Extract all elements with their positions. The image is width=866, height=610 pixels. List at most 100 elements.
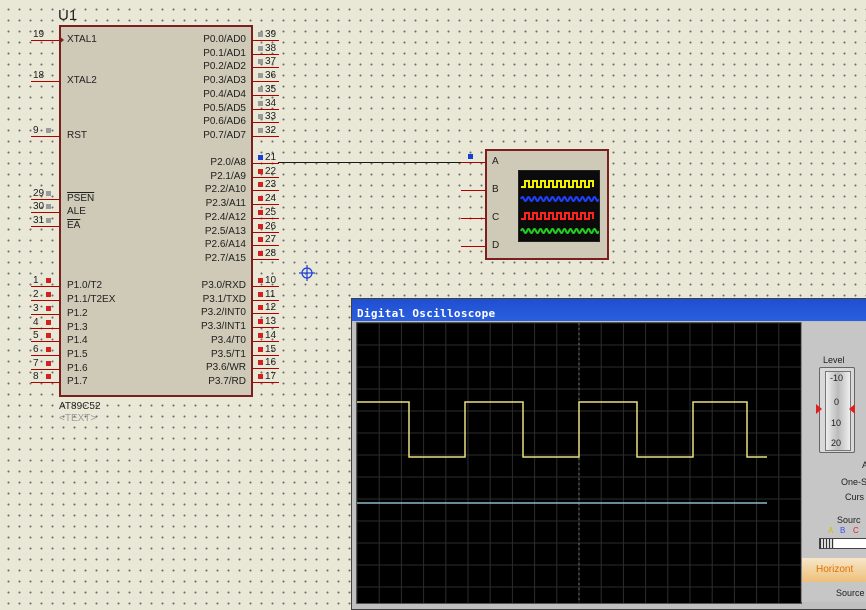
- pin-number: 24: [265, 193, 277, 204]
- pin-state-marker: [46, 218, 51, 223]
- pin-lead-left[interactable]: [31, 328, 59, 329]
- pin-lead-right[interactable]: [253, 286, 279, 287]
- pin-number: 4: [33, 317, 39, 328]
- horizontal-label: Horizont: [816, 564, 854, 575]
- scope-input-lead[interactable]: [461, 218, 485, 219]
- pin-state-marker: [258, 292, 263, 297]
- pin-label: P2.1/A9: [210, 171, 246, 182]
- pin-lead-left[interactable]: [31, 212, 59, 213]
- pin-lead-left[interactable]: [31, 314, 59, 315]
- side-label-oneshot[interactable]: One-S: [841, 477, 866, 487]
- pin-lead-right[interactable]: [253, 300, 279, 301]
- pin-number: 29: [33, 188, 45, 199]
- scope-input-lead[interactable]: [461, 190, 485, 191]
- source-letter-a[interactable]: A: [828, 526, 833, 535]
- pin-lead-right[interactable]: [253, 245, 279, 246]
- pin-lead-right[interactable]: [253, 259, 279, 260]
- pin-lead-left[interactable]: [31, 40, 59, 41]
- pin-label: P0.7/AD7: [203, 130, 246, 141]
- pin-lead-right[interactable]: [253, 122, 279, 123]
- crosshair-icon: [299, 265, 315, 281]
- chip-ref: U1: [58, 7, 78, 24]
- pin-label: P0.6/AD6: [203, 116, 246, 127]
- scope-input-lead[interactable]: [461, 162, 485, 163]
- pin-state-marker: [46, 333, 51, 338]
- pin-lead-right[interactable]: [253, 67, 279, 68]
- pin-lead-left[interactable]: [31, 226, 59, 227]
- wire-p20-to-scope-a[interactable]: [278, 162, 468, 163]
- pin-lead-right[interactable]: [253, 355, 279, 356]
- scope-plot-area[interactable]: [356, 322, 802, 604]
- level-pointer-left-icon: [816, 404, 822, 414]
- pin-state-marker: [258, 196, 263, 201]
- pin-lead-right[interactable]: [253, 313, 279, 314]
- source-letter-c[interactable]: C: [853, 526, 859, 535]
- pin-number: 26: [265, 221, 277, 232]
- pin-lead-left[interactable]: [31, 341, 59, 342]
- source-slider[interactable]: [819, 538, 866, 549]
- pin-lead-right[interactable]: [253, 204, 279, 205]
- pin-lead-right[interactable]: [253, 163, 279, 164]
- pin-label: P0.1/AD1: [203, 48, 246, 59]
- pin-label: P0.2/AD2: [203, 61, 246, 72]
- pin-lead-right[interactable]: [253, 95, 279, 96]
- pin-lead-right[interactable]: [253, 54, 279, 55]
- pin-lead-right[interactable]: [253, 341, 279, 342]
- chip-part-label: AT89C52: [59, 401, 101, 412]
- pin-lead-left[interactable]: [31, 369, 59, 370]
- pin-lead-right[interactable]: [253, 109, 279, 110]
- pin-number: 28: [265, 248, 277, 259]
- window-titlebar[interactable]: Digital Oscilloscope: [352, 299, 866, 321]
- pin-label: P3.4/T0: [210, 335, 246, 346]
- pin-lead-left[interactable]: [31, 136, 59, 137]
- side-label-cursor[interactable]: Curs: [845, 492, 864, 502]
- pin-lead-left[interactable]: [31, 81, 59, 82]
- pin-label: PSEN: [67, 193, 95, 204]
- pin-number: 38: [265, 43, 277, 54]
- pin-label: P2.6/A14: [204, 239, 246, 250]
- chip-text-placeholder: <TEXT>: [59, 413, 97, 424]
- pin-lead-left[interactable]: [31, 199, 59, 200]
- source-letter-b[interactable]: B: [840, 526, 845, 535]
- pin-state-marker: [258, 237, 263, 242]
- pin-state-marker: [46, 347, 51, 352]
- pin-lead-right[interactable]: [253, 327, 279, 328]
- pin-lead-right[interactable]: [253, 81, 279, 82]
- pin-label: P3.2/INT0: [200, 307, 246, 318]
- pin-lead-right[interactable]: [253, 190, 279, 191]
- pin-lead-right[interactable]: [253, 382, 279, 383]
- pin-state-marker: [258, 360, 263, 365]
- pin-lead-right[interactable]: [253, 218, 279, 219]
- pin-lead-right[interactable]: [253, 368, 279, 369]
- pin-state-marker: [258, 114, 263, 119]
- pin-lead-right[interactable]: [253, 232, 279, 233]
- pin-number: 36: [265, 70, 277, 81]
- pin-number: 37: [265, 56, 277, 67]
- scope-symbol-traces: [520, 180, 600, 234]
- pin-lead-right[interactable]: [253, 136, 279, 137]
- pin-number: 2: [33, 289, 39, 300]
- scope-input-lead[interactable]: [461, 246, 485, 247]
- pin-state-marker: [258, 87, 263, 92]
- pin-state-marker: [46, 204, 51, 209]
- pin-lead-right[interactable]: [253, 40, 279, 41]
- pin-lead-right[interactable]: [253, 177, 279, 178]
- pin-state-marker: [258, 333, 263, 338]
- pin-lead-left[interactable]: [31, 300, 59, 301]
- pin-state-marker: [46, 320, 51, 325]
- pin-label: P1.1/T2EX: [67, 294, 116, 305]
- side-label-source: Sourc: [837, 515, 861, 525]
- pin-lead-left[interactable]: [31, 355, 59, 356]
- pin-number: 3: [33, 303, 39, 314]
- pin-number: 17: [265, 371, 277, 382]
- pin-label: XTAL2: [67, 75, 97, 86]
- pin-label: ALE: [67, 206, 86, 217]
- pin-lead-left[interactable]: [31, 286, 59, 287]
- channel-a-waveform: [357, 401, 767, 458]
- source-slider-thumb[interactable]: [820, 539, 834, 548]
- pin-state-marker: [258, 278, 263, 283]
- pin-lead-left[interactable]: [31, 382, 59, 383]
- pin-number: 12: [265, 302, 277, 313]
- pin-label: P2.3/A11: [205, 198, 246, 209]
- pin-number: 30: [33, 201, 45, 212]
